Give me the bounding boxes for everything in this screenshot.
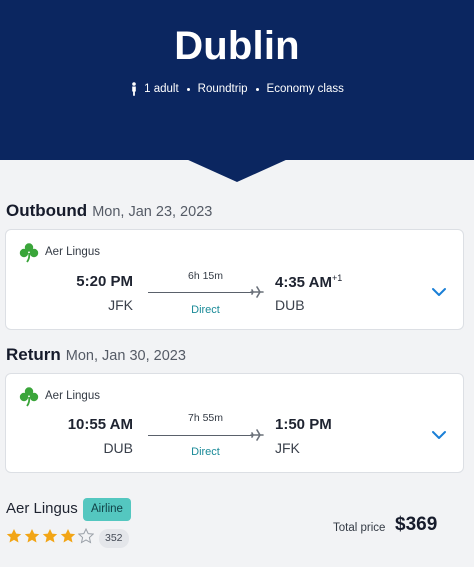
departure-time: 10:55 AM bbox=[67, 416, 133, 433]
star-filled-icon bbox=[24, 529, 40, 543]
flight-duration: 7h 55m bbox=[187, 412, 224, 424]
rating-stars bbox=[6, 528, 94, 544]
return-flight-card[interactable]: Aer Lingus 10:55 AM DUB 7h 55m Direct 1:… bbox=[5, 373, 464, 473]
stops-label: Direct bbox=[191, 304, 220, 316]
traveller-count: 1 adult bbox=[144, 83, 179, 95]
header-notch bbox=[186, 159, 288, 182]
chevron-down-icon[interactable] bbox=[431, 286, 447, 298]
departure-time: 5:20 PM bbox=[76, 273, 133, 290]
arrival-airport: JFK bbox=[275, 440, 300, 456]
arrival-airport: DUB bbox=[275, 297, 305, 313]
star-filled-icon bbox=[60, 529, 76, 543]
destination-city: Dublin bbox=[174, 24, 300, 68]
separator-dot bbox=[186, 87, 190, 91]
route-line bbox=[148, 435, 252, 436]
star-filled-icon bbox=[42, 529, 58, 543]
return-label: Return bbox=[6, 345, 61, 364]
return-heading: Return Mon, Jan 30, 2023 bbox=[6, 345, 186, 365]
total-price-label: Total price bbox=[333, 522, 386, 534]
airline-name: Aer Lingus bbox=[45, 390, 100, 402]
outbound-flight-card[interactable]: Aer Lingus 5:20 PM JFK 6h 15m Direct 4:3… bbox=[5, 229, 464, 330]
plane-icon bbox=[250, 429, 264, 441]
trip-summary: 1 adult Roundtrip Economy class bbox=[0, 82, 474, 96]
star-filled-icon bbox=[6, 529, 22, 543]
airline-badge: Airline bbox=[83, 498, 131, 521]
departure-airport: DUB bbox=[103, 440, 133, 456]
review-count[interactable]: 352 bbox=[99, 529, 129, 548]
summary-airline: Aer Lingus bbox=[6, 500, 78, 517]
arrival-time: 4:35 AM+1 bbox=[275, 273, 342, 291]
trip-type: Roundtrip bbox=[197, 83, 248, 95]
person-icon bbox=[132, 82, 136, 96]
destination-header: Dublin 1 adult Roundtrip Economy class bbox=[0, 0, 474, 160]
arrival-time-value: 4:35 AM bbox=[275, 274, 332, 291]
chevron-down-icon[interactable] bbox=[431, 429, 447, 441]
cabin-class: Economy class bbox=[266, 83, 344, 95]
departure-airport: JFK bbox=[108, 297, 133, 313]
route-line bbox=[148, 292, 252, 293]
day-offset: +1 bbox=[331, 273, 343, 283]
airline-row: Aer Lingus bbox=[18, 241, 100, 263]
star-empty-icon bbox=[78, 528, 94, 544]
total-price: $369 bbox=[395, 514, 438, 535]
flight-duration: 6h 15m bbox=[187, 270, 224, 282]
shamrock-icon bbox=[19, 387, 39, 407]
outbound-label: Outbound bbox=[6, 201, 88, 220]
outbound-date: Mon, Jan 23, 2023 bbox=[92, 204, 213, 220]
airline-name: Aer Lingus bbox=[45, 246, 100, 258]
return-date: Mon, Jan 30, 2023 bbox=[65, 348, 186, 364]
separator-dot bbox=[255, 87, 259, 91]
outbound-heading: Outbound Mon, Jan 23, 2023 bbox=[6, 201, 212, 221]
shamrock-icon bbox=[19, 243, 39, 263]
plane-icon bbox=[250, 286, 264, 298]
arrival-time: 1:50 PM bbox=[275, 416, 332, 433]
stops-label: Direct bbox=[191, 446, 220, 458]
airline-row: Aer Lingus bbox=[18, 385, 100, 407]
